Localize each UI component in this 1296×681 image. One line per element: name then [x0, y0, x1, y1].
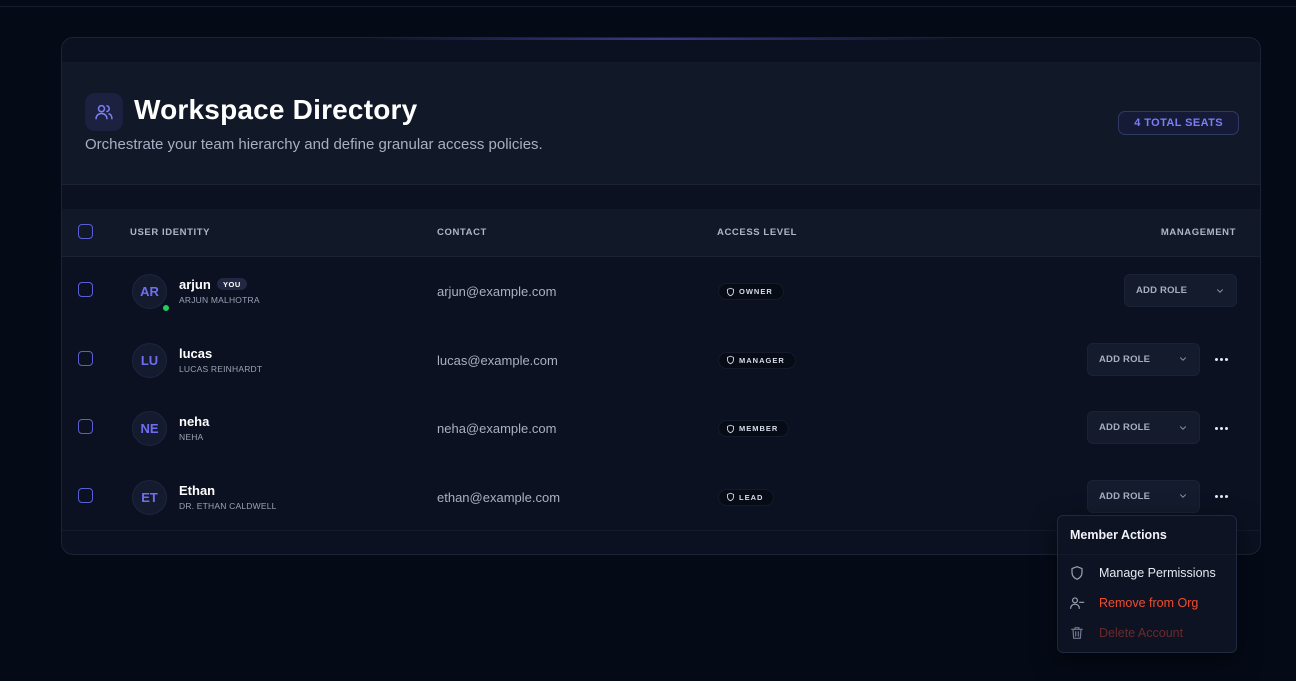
add-role-label: ADD ROLE	[1099, 422, 1151, 433]
menu-divider	[1058, 554, 1236, 555]
seats-badge: 4 TOTAL SEATS	[1118, 111, 1239, 135]
column-header-access: ACCESS LEVEL	[717, 227, 798, 238]
role-badge: MANAGER	[718, 351, 796, 369]
row-checkbox[interactable]	[78, 350, 93, 366]
add-role-dropdown[interactable]: ADD ROLE	[1087, 479, 1200, 513]
role-badge: OWNER	[718, 283, 784, 300]
users-icon	[85, 93, 123, 131]
shield-icon	[727, 492, 734, 502]
column-header-management: MANAGEMENT	[1160, 227, 1236, 238]
add-role-label: ADD ROLE	[1099, 490, 1151, 502]
avatar: ET	[132, 479, 167, 515]
remove-from-org-item[interactable]: Remove from Org	[1069, 593, 1229, 613]
email: arjun@example.com	[437, 284, 557, 299]
user-minus-icon	[1069, 595, 1085, 611]
column-header-contact: CONTACT	[437, 227, 487, 238]
directory-card: Workspace Directory Orchestrate your tea…	[61, 37, 1261, 555]
username: neha	[179, 414, 210, 429]
chevron-down-icon	[1178, 423, 1188, 433]
page-title: Workspace Directory	[134, 94, 418, 125]
directory-header: Workspace Directory Orchestrate your tea…	[62, 62, 1260, 185]
table-row: AR arjun YOU ARJUN MALHOTRA arjun@exampl…	[62, 257, 1260, 326]
role-label: MANAGER	[739, 355, 785, 365]
username: arjun	[179, 277, 211, 292]
full-name: LUCAS REINHARDT	[179, 363, 263, 374]
top-divider	[0, 6, 1296, 7]
avatar: LU	[132, 342, 167, 378]
more-options-icon[interactable]	[1210, 353, 1232, 367]
role-label: LEAD	[739, 492, 764, 502]
table-row: LU lucas LUCAS REINHARDT lucas@example.c…	[62, 326, 1260, 395]
email: lucas@example.com	[437, 352, 558, 368]
full-name: ARJUN MALHOTRA	[179, 295, 260, 305]
menu-item-label: Manage Permissions	[1099, 566, 1216, 580]
menu-title: Member Actions	[1070, 528, 1167, 542]
online-status-dot	[161, 303, 171, 313]
role-label: OWNER	[739, 287, 773, 296]
add-role-label: ADD ROLE	[1136, 285, 1188, 296]
menu-item-label: Remove from Org	[1099, 596, 1199, 610]
more-options-icon[interactable]	[1210, 421, 1232, 435]
delete-account-item[interactable]: Delete Account	[1069, 623, 1229, 643]
full-name: NEHA	[179, 432, 204, 442]
full-name: DR. ETHAN CALDWELL	[179, 500, 277, 511]
page-subtitle: Orchestrate your team hierarchy and defi…	[85, 136, 543, 153]
email: ethan@example.com	[437, 489, 561, 505]
role-label: MEMBER	[739, 424, 779, 433]
you-badge: YOU	[217, 278, 247, 290]
shield-icon	[727, 287, 734, 296]
add-role-label: ADD ROLE	[1099, 353, 1151, 365]
members-table: USER IDENTITY CONTACT ACCESS LEVEL MANAG…	[62, 209, 1260, 531]
shield-icon	[727, 424, 734, 433]
username: Ethan	[179, 482, 216, 498]
add-role-dropdown[interactable]: ADD ROLE	[1087, 411, 1200, 444]
chevron-down-icon	[1178, 354, 1188, 364]
role-badge: LEAD	[718, 488, 775, 506]
avatar: NE	[132, 411, 167, 446]
role-badge: MEMBER	[718, 420, 790, 437]
card-glow	[362, 38, 962, 40]
shield-icon	[1069, 565, 1085, 581]
select-all-checkbox[interactable]	[78, 224, 93, 239]
column-header-identity: USER IDENTITY	[130, 227, 211, 238]
row-checkbox[interactable]	[78, 487, 93, 503]
email: neha@example.com	[437, 421, 557, 436]
chevron-down-icon	[1215, 286, 1225, 296]
add-role-dropdown[interactable]: ADD ROLE	[1087, 342, 1200, 376]
chevron-down-icon	[1178, 491, 1188, 501]
member-actions-menu: Member Actions Manage Permissions Remove…	[1057, 515, 1237, 653]
add-role-dropdown[interactable]: ADD ROLE	[1124, 274, 1237, 307]
row-checkbox[interactable]	[78, 419, 93, 434]
table-header: USER IDENTITY CONTACT ACCESS LEVEL MANAG…	[62, 209, 1260, 257]
trash-icon	[1069, 625, 1085, 641]
shield-icon	[727, 355, 734, 365]
username: lucas	[179, 345, 213, 361]
menu-item-label: Delete Account	[1099, 626, 1184, 640]
manage-permissions-item[interactable]: Manage Permissions	[1069, 563, 1229, 583]
row-checkbox[interactable]	[78, 282, 93, 297]
table-row: NE neha NEHA neha@example.com MEMBER ADD…	[62, 394, 1260, 463]
more-options-icon[interactable]	[1210, 490, 1232, 504]
